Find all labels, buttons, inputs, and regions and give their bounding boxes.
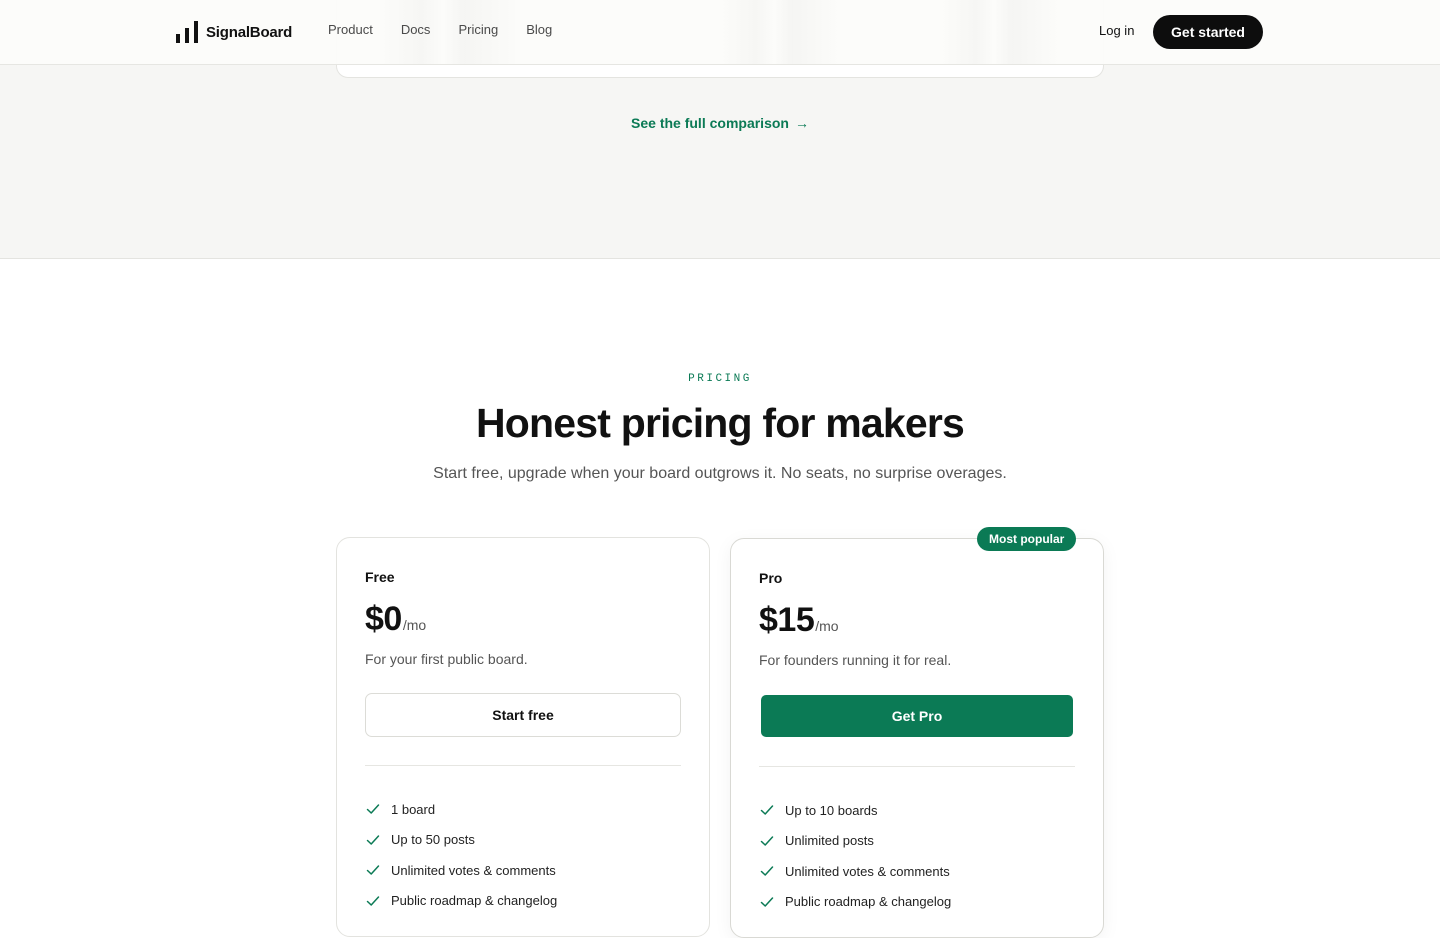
feature-item: Public roadmap & changelog <box>759 887 951 918</box>
divider <box>759 766 1075 767</box>
check-icon <box>760 836 774 846</box>
nav-links: Product Docs Pricing Blog <box>328 22 552 37</box>
plan-name: Free <box>365 569 395 585</box>
check-icon <box>366 804 380 814</box>
nav-link-blog[interactable]: Blog <box>526 22 552 37</box>
nav-link-pricing[interactable]: Pricing <box>458 22 498 37</box>
plan-name: Pro <box>759 570 783 586</box>
feature-item: Up to 50 posts <box>365 825 557 856</box>
plan-price: $0 /mo <box>365 600 426 639</box>
price-amount: $15 <box>759 601 815 639</box>
feature-list: 1 board Up to 50 posts Unlimited votes &… <box>365 794 557 916</box>
price-period: /mo <box>402 617 427 633</box>
pricing-headline: Honest pricing for makers <box>475 400 965 446</box>
nav-link-product[interactable]: Product <box>328 22 373 37</box>
feature-item: Unlimited votes & comments <box>365 855 557 886</box>
feature-label: Unlimited posts <box>785 833 874 849</box>
feature-item: Up to 10 boards <box>759 795 951 826</box>
feature-item: Public roadmap & changelog <box>365 886 557 917</box>
price-amount: $0 <box>365 600 402 638</box>
feature-item: 1 board <box>365 794 557 825</box>
check-icon <box>366 865 380 875</box>
bar-chart-icon <box>176 21 198 43</box>
arrow-right-icon: → <box>794 115 809 131</box>
feature-label: Public roadmap & changelog <box>785 894 952 910</box>
nav-backdrop-blur <box>720 0 840 64</box>
price-period: /mo <box>815 618 839 634</box>
feature-label: Up to 50 posts <box>391 832 475 848</box>
plan-card-free: Free $0 /mo For your first public board.… <box>336 537 710 937</box>
nav-link-docs[interactable]: Docs <box>401 22 431 37</box>
plan-tagline: For founders running it for real. <box>759 652 952 668</box>
check-icon <box>366 896 380 906</box>
nav-backdrop-blur <box>940 0 1060 64</box>
top-nav: SignalBoard Product Docs Pricing Blog Lo… <box>0 0 1440 65</box>
feature-item: Unlimited posts <box>759 826 951 857</box>
feature-list: Up to 10 boards Unlimited posts Unlimite… <box>759 795 951 917</box>
plan-tagline: For your first public board. <box>365 651 528 667</box>
plan-card-pro: Pro $15 /mo For founders running it for … <box>730 538 1104 938</box>
get-started-button[interactable]: Get started <box>1153 15 1263 49</box>
feature-label: Up to 10 boards <box>785 802 878 818</box>
most-popular-badge: Most popular <box>977 527 1077 551</box>
feature-label: 1 board <box>391 801 436 817</box>
feature-label: Unlimited votes & comments <box>785 863 950 879</box>
check-icon <box>366 835 380 845</box>
feature-item: Unlimited votes & comments <box>759 856 951 887</box>
plan-price: $15 /mo <box>759 601 839 640</box>
full-comparison-label: See the full comparison <box>631 115 789 131</box>
feature-label: Unlimited votes & comments <box>391 862 556 878</box>
start-free-button[interactable]: Start free <box>365 693 681 737</box>
divider <box>365 765 681 766</box>
login-link[interactable]: Log in <box>1099 23 1134 38</box>
brand-logo[interactable]: SignalBoard <box>176 20 292 44</box>
check-icon <box>760 866 774 876</box>
full-comparison-link[interactable]: See the full comparison → <box>0 115 1440 131</box>
section-eyebrow: PRICING <box>688 373 752 385</box>
check-icon <box>760 897 774 907</box>
check-icon <box>760 805 774 815</box>
feature-label: Public roadmap & changelog <box>391 893 558 909</box>
brand-name: SignalBoard <box>206 23 293 41</box>
get-pro-button[interactable]: Get Pro <box>761 695 1073 737</box>
pricing-subhead: Start free, upgrade when your board outg… <box>433 465 1007 482</box>
